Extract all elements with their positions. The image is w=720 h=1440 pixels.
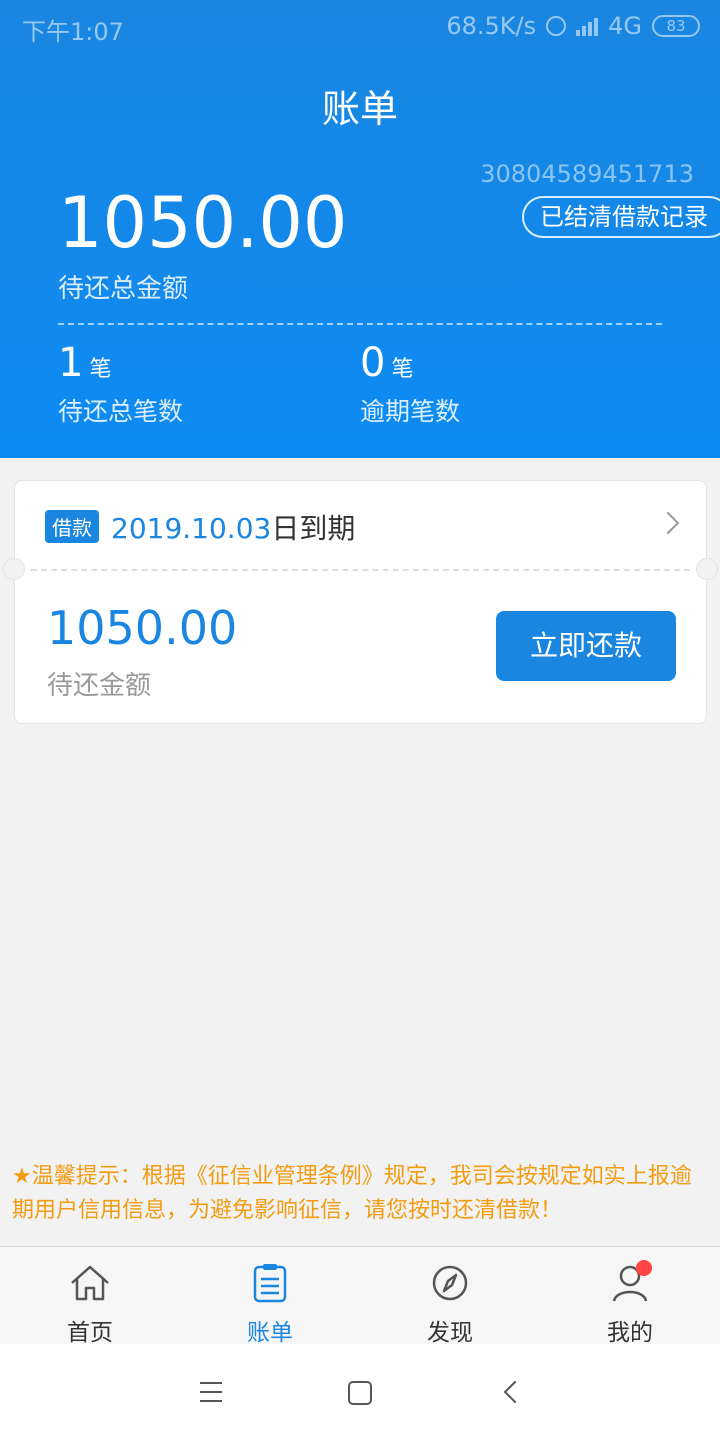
header: 下午1:07 68.5K/s 4G 83 账单 30804589451713 已…: [0, 0, 720, 458]
menu-icon[interactable]: [200, 1382, 222, 1409]
due-date-suffix: 日到期: [271, 512, 356, 545]
status-time: 下午1:07: [22, 18, 124, 46]
account-number: 30804589451713: [480, 160, 694, 188]
status-indicators: 68.5K/s 4G 83: [446, 12, 700, 40]
pending-count: 1: [58, 340, 84, 386]
network-speed: 68.5K/s: [446, 12, 537, 40]
bill-card-header[interactable]: 借款 2019.10.03日到期: [15, 481, 706, 569]
home-square-icon[interactable]: [348, 1381, 372, 1405]
status-bar: 下午1:07 68.5K/s 4G 83: [0, 0, 720, 52]
signal-icon: [576, 16, 599, 36]
tab-bill-label: 账单: [247, 1320, 293, 1346]
settled-records-button[interactable]: 已结清借款记录: [522, 196, 720, 238]
pending-count-stat: 1笔 待还总笔数: [58, 340, 183, 428]
system-nav-bar: [0, 1344, 720, 1440]
overdue-count-stat: 0笔 逾期笔数: [360, 340, 460, 428]
pay-now-button[interactable]: 立即还款: [496, 611, 676, 681]
overdue-count-unit: 笔: [391, 357, 414, 382]
tab-discover-label: 发现: [427, 1320, 473, 1346]
due-date-value: 2019.10.03: [111, 512, 272, 545]
pending-count-unit: 笔: [89, 357, 112, 382]
card-notch-left: [3, 558, 25, 580]
overdue-count-label: 逾期笔数: [360, 397, 461, 426]
card-notch-right: [696, 558, 718, 580]
due-amount-label: 待还金额: [47, 671, 152, 701]
tab-bar: 首页 账单 发现 我的: [0, 1246, 720, 1346]
tab-home-label: 首页: [67, 1320, 113, 1346]
card-divider: [31, 569, 690, 571]
tab-home[interactable]: 首页: [0, 1247, 180, 1346]
bill-icon: [248, 1261, 292, 1305]
chevron-right-icon[interactable]: [656, 511, 680, 535]
tab-mine[interactable]: 我的: [540, 1247, 720, 1346]
back-icon[interactable]: [503, 1380, 527, 1404]
page-title: 账单: [321, 87, 398, 131]
network-type: 4G: [608, 12, 642, 40]
tab-bill[interactable]: 账单: [180, 1247, 360, 1346]
total-amount: 1050.00: [58, 182, 348, 264]
hotspot-icon: [546, 16, 567, 36]
tab-mine-label: 我的: [607, 1320, 653, 1346]
total-amount-label: 待还总金额: [58, 274, 189, 304]
battery-icon: 83: [652, 15, 700, 37]
tab-discover[interactable]: 发现: [360, 1247, 540, 1346]
bill-card: 借款 2019.10.03日到期 1050.00 待还金额 立即还款: [3, 480, 718, 724]
compass-icon: [428, 1261, 472, 1305]
divider: [58, 323, 662, 325]
home-icon: [68, 1261, 112, 1305]
overdue-count: 0: [360, 340, 386, 386]
due-amount: 1050.00: [47, 601, 238, 655]
battery-level: 83: [666, 17, 686, 35]
warning-tip: ★温馨提示：根据《征信业管理条例》规定，我司会按规定如实上报逾期用户信用信息，为…: [12, 1164, 692, 1223]
pending-count-label: 待还总笔数: [58, 397, 184, 426]
loan-tag: 借款: [45, 510, 99, 543]
due-date: 2019.10.03日到期: [111, 507, 355, 547]
notification-badge: [636, 1260, 652, 1276]
